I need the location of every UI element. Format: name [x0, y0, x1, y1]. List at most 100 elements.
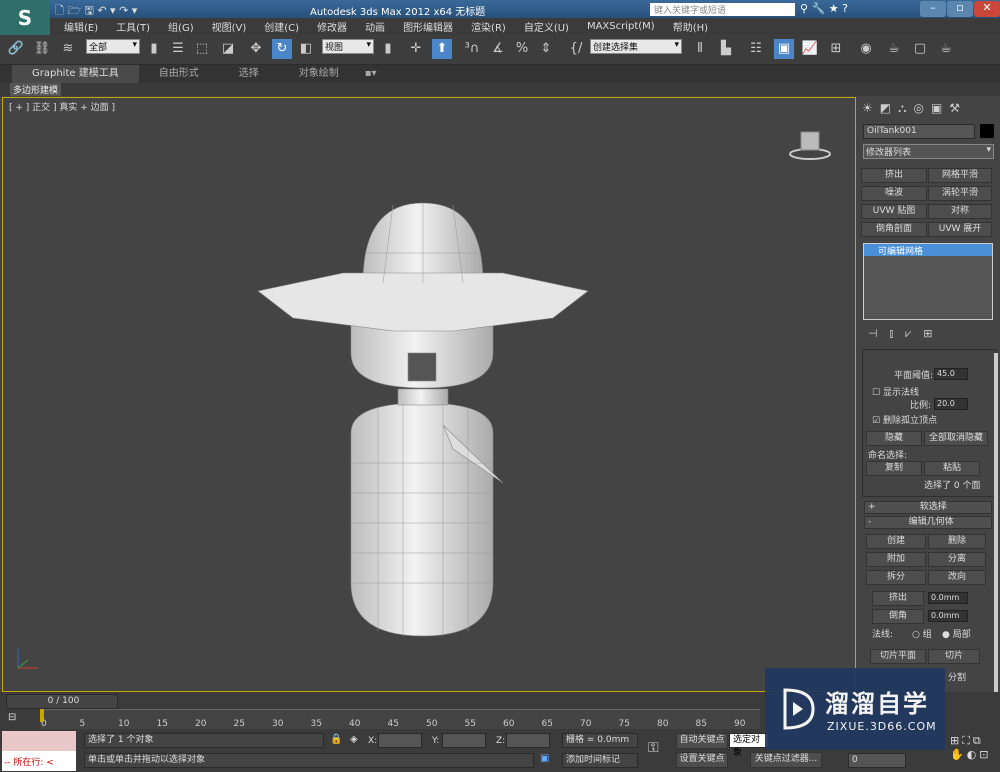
soft-selection-rollout[interactable]: + 软选择 [864, 501, 992, 514]
menu-maxscript[interactable]: MAXScript(M) [587, 21, 655, 32]
modifier-extrude-button[interactable]: 挤出 [861, 168, 927, 183]
select-object-icon[interactable]: ▮ [144, 39, 164, 59]
selection-filter-dropdown[interactable]: 全部 [86, 39, 140, 54]
copy-button[interactable]: 复制 [866, 461, 922, 476]
keyboard-shortcut-icon[interactable]: ⬆ [432, 39, 452, 59]
modifier-list-dropdown[interactable]: 修改器列表 [863, 144, 994, 159]
polygon-modeling-tab[interactable]: 多边形建模 [10, 83, 62, 96]
split-checkbox-label[interactable]: 分割 [948, 670, 966, 683]
percent-snap-icon[interactable]: % [512, 39, 532, 59]
edit-geometry-rollout[interactable]: - 编辑几何体 [864, 516, 992, 529]
maxscript-listener[interactable] [2, 731, 76, 751]
unlink-icon[interactable]: ⛓ [32, 39, 52, 59]
divide-button[interactable]: 拆分 [866, 570, 926, 585]
hide-button[interactable]: 隐藏 [866, 431, 922, 446]
normals-group-radio[interactable]: ○ 组 [912, 627, 932, 640]
slice-plane-button[interactable]: 切片平面 [870, 649, 926, 664]
3d-model[interactable] [253, 153, 593, 638]
paste-button[interactable]: 粘贴 [924, 461, 980, 476]
modifier-turbosmooth-button[interactable]: 涡轮平滑 [928, 186, 992, 201]
modifier-noise-button[interactable]: 噪波 [861, 186, 927, 201]
stack-item-editable-mesh[interactable]: 可编辑网格 [864, 244, 992, 257]
tab-object-paint[interactable]: 对象绘制 [279, 65, 359, 83]
stack-tools-icons[interactable]: ⊣⫾⩗⊞ [868, 327, 945, 341]
menu-tools[interactable]: 工具(T) [116, 19, 150, 34]
slice-button[interactable]: 切片 [928, 649, 980, 664]
edit-named-sel-icon[interactable]: {/ [566, 39, 586, 59]
close-button[interactable]: ✕ [974, 1, 1000, 17]
maximize-button[interactable]: ▫ [947, 1, 973, 17]
mini-curve-editor-icon[interactable]: ⊟ [8, 712, 16, 723]
link-icon[interactable]: 🔗 [6, 39, 26, 59]
minimize-button[interactable]: – [920, 1, 946, 17]
set-key-button[interactable]: 设置关键点 [676, 752, 728, 768]
extrude-amount-input[interactable]: 0.0mm [928, 592, 968, 604]
viewport-navigation-icons[interactable]: ⊞⛶⧉ ✋◐⊡ [950, 734, 992, 761]
lock-selection-icon[interactable]: 🔒 [330, 734, 342, 745]
detach-button[interactable]: 分离 [928, 552, 986, 567]
selection-set-dropdown[interactable]: 选定对象 [729, 733, 769, 758]
search-input[interactable]: 键入关键字或短语 [650, 3, 795, 16]
time-slider[interactable]: 0 / 100 [6, 694, 118, 709]
absolute-mode-icon[interactable]: ◈ [350, 734, 358, 745]
pivot-icon[interactable]: ▮ [378, 39, 398, 59]
align-icon[interactable]: ▙ [716, 39, 736, 59]
info-center-icons[interactable]: ⚲ 🔧 ★ ? [800, 2, 848, 15]
time-tag-icon[interactable]: ▣ [540, 753, 549, 764]
bind-space-warp-icon[interactable]: ≋ [58, 39, 78, 59]
select-manipulate-icon[interactable]: ✛ [406, 39, 426, 59]
render-setup-icon[interactable]: ☕ [884, 39, 904, 59]
named-selection-dropdown[interactable]: 创建选择集 [590, 39, 682, 54]
scale-icon[interactable]: ◧ [296, 39, 316, 59]
spinner-snap-icon[interactable]: ⇕ [536, 39, 556, 59]
bevel-button[interactable]: 倒角 [872, 609, 924, 624]
viewcube-icon[interactable] [788, 128, 832, 162]
select-by-name-icon[interactable]: ☰ [168, 39, 188, 59]
tab-graphite[interactable]: Graphite 建模工具 [12, 65, 139, 83]
rect-selection-icon[interactable]: ⬚ [192, 39, 212, 59]
reference-coord-dropdown[interactable]: 视图 [322, 39, 374, 54]
tab-selection[interactable]: 选择 [219, 65, 279, 83]
curve-editor-icon[interactable]: 📈 [800, 39, 820, 59]
show-normals-checkbox[interactable]: ☐ 显示法线 [872, 385, 919, 398]
snap-toggle-icon[interactable]: ³∩ [462, 39, 482, 59]
attach-button[interactable]: 附加 [866, 552, 926, 567]
z-coordinate-input[interactable] [506, 733, 550, 748]
move-icon[interactable]: ✥ [246, 39, 266, 59]
y-coordinate-input[interactable] [442, 733, 486, 748]
ribbon-options-icon[interactable]: ▪▾ [359, 65, 383, 83]
app-logo-icon[interactable]: S [0, 0, 50, 36]
auto-key-button[interactable]: 自动关键点 [676, 733, 728, 749]
menu-modifiers[interactable]: 修改器 [317, 19, 347, 34]
menu-create[interactable]: 创建(C) [264, 19, 299, 34]
menu-render[interactable]: 渲染(R) [471, 19, 506, 34]
object-color-swatch[interactable] [980, 124, 994, 138]
add-time-tag[interactable]: 添加时间标记 [562, 753, 638, 768]
command-panel-tabs[interactable]: ☀◩⛬◎▣⚒ [862, 101, 998, 117]
render-icon[interactable]: ☕ [936, 39, 956, 59]
extrude-button[interactable]: 挤出 [872, 591, 924, 606]
scale-input[interactable]: 20.0 [934, 398, 968, 410]
command-panel-scrollbar[interactable] [994, 353, 998, 723]
turn-button[interactable]: 改向 [928, 570, 986, 585]
material-editor-icon[interactable]: ◉ [856, 39, 876, 59]
menu-graph-editors[interactable]: 图形编辑器 [403, 19, 453, 34]
schematic-view-icon[interactable]: ⊞ [826, 39, 846, 59]
tab-freeform[interactable]: 自由形式 [139, 65, 219, 83]
track-bar[interactable]: 0 5 10 15 20 25 30 35 40 45 50 55 60 65 70 75 80 85 90 [40, 709, 760, 729]
viewport[interactable]: [ + ] 正交 ] 真实 + 边面 ] [2, 97, 856, 692]
delete-button[interactable]: 删除 [928, 534, 986, 549]
normals-local-radio[interactable]: ● 局部 [942, 627, 971, 640]
object-name-input[interactable]: OilTank001 [863, 124, 975, 139]
x-coordinate-input[interactable] [378, 733, 422, 748]
rotate-icon[interactable]: ↻ [272, 39, 292, 59]
current-frame-input[interactable]: 0 [848, 753, 906, 768]
window-crossing-icon[interactable]: ◪ [218, 39, 238, 59]
script-line[interactable]: -- 所在行: < [2, 751, 76, 771]
modifier-bevel-profile-button[interactable]: 倒角剖面 [861, 222, 927, 237]
planar-threshold-input[interactable]: 45.0 [934, 368, 968, 380]
unhide-all-button[interactable]: 全部取消隐藏 [924, 431, 988, 446]
layer-manager-icon[interactable]: ☷ [746, 39, 766, 59]
graphite-toggle-icon[interactable]: ▣ [774, 39, 794, 59]
menu-customize[interactable]: 自定义(U) [524, 19, 569, 34]
